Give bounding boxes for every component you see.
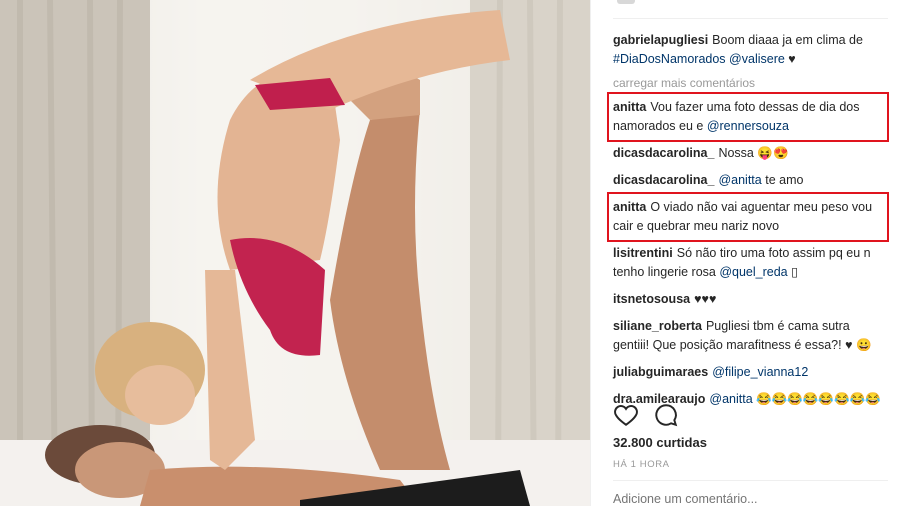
comment: itsnetosousa ♥♥♥ (613, 290, 883, 309)
caption-hashtag[interactable]: #DiaDosNamorados (613, 52, 726, 66)
comment: siliane_roberta Pugliesi tbm é cama sutra… (613, 317, 883, 355)
comment-text: Nossa (718, 146, 754, 160)
comment-text: te amo (765, 173, 804, 187)
caption-mention[interactable]: @valisere (729, 52, 785, 66)
comment-emoji: ♥♥♥ (694, 292, 717, 306)
photo-illustration (0, 0, 590, 506)
comment-username[interactable]: dicasdacarolina_ (613, 173, 714, 187)
comment: juliabguimaraes @filipe_vianna12 (613, 363, 883, 382)
comment-mention[interactable]: @quel_reda (719, 265, 787, 279)
comment: dicasdacarolina_ Nossa 😝😍 (613, 144, 883, 163)
comment: dicasdacarolina_ @anitta te amo (613, 171, 883, 190)
comment-emoji: ▯ (791, 265, 799, 279)
caption-username[interactable]: gabrielapugliesi (613, 33, 708, 47)
comments-panel: gabrielapugliesi Boom diaaa ja em clima d… (591, 0, 900, 506)
like-count[interactable]: 32.800 curtidas (613, 435, 707, 450)
comment-username[interactable]: juliabguimaraes (613, 365, 708, 379)
comment-anitta-highlighted: anitta O viado não vai aguentar meu peso … (607, 192, 889, 242)
header-avatar-stub (617, 0, 635, 4)
heart-emoji: ♥ (788, 52, 796, 66)
comment-username[interactable]: anitta (613, 100, 646, 114)
comment-icon[interactable] (653, 402, 679, 428)
action-icons (613, 402, 679, 428)
comment-list: gabrielapugliesi Boom diaaa ja em clima d… (607, 31, 889, 417)
comment: lisitrentini Só não tiro uma foto assim p… (613, 244, 883, 282)
header-divider (613, 18, 888, 19)
comment-emoji: ♥ 😀 (845, 338, 872, 352)
caption-text: Boom diaaa ja em clima de (712, 33, 863, 47)
comment-emoji: 😂😂😂😂😂😂😂😂 (756, 392, 881, 406)
comment-mention[interactable]: @anitta (718, 173, 761, 187)
comment-mention[interactable]: @rennersouza (707, 119, 789, 133)
caption: gabrielapugliesi Boom diaaa ja em clima d… (613, 31, 883, 69)
input-divider (613, 480, 888, 481)
comment-emoji: 😝😍 (757, 146, 789, 160)
comment-anitta-highlighted: anitta Vou fazer uma foto dessas de dia d… (607, 92, 889, 142)
post-time: HÁ 1 HORA (613, 459, 670, 470)
comment-mention[interactable]: @anitta (709, 392, 752, 406)
comment-username[interactable]: anitta (613, 200, 646, 214)
heart-icon[interactable] (613, 402, 639, 428)
add-comment-input[interactable] (613, 492, 883, 506)
comment-username[interactable]: itsnetosousa (613, 292, 690, 306)
comment-text: O viado não vai aguentar meu peso vou ca… (613, 200, 873, 233)
load-more-comments[interactable]: carregar mais comentários (613, 74, 883, 93)
comment-username[interactable]: siliane_roberta (613, 319, 702, 333)
post-photo[interactable] (0, 0, 590, 506)
comment-username[interactable]: dicasdacarolina_ (613, 146, 714, 160)
comment-username[interactable]: lisitrentini (613, 246, 673, 260)
comment-mention[interactable]: @filipe_vianna12 (712, 365, 808, 379)
